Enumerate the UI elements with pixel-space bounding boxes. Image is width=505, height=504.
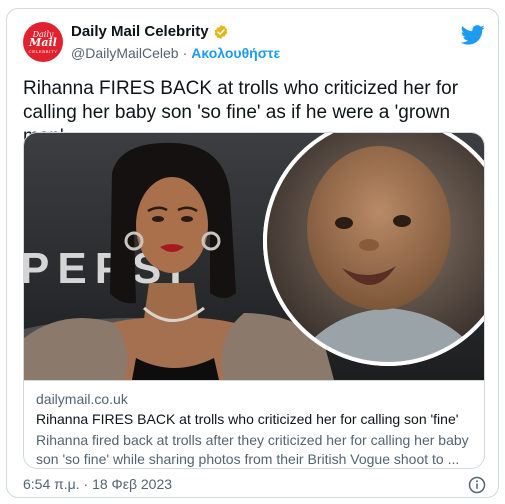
info-icon[interactable] <box>468 476 486 494</box>
tweet-timestamp[interactable]: 6:54 π.μ. · 18 Φεβ 2023 <box>23 476 172 492</box>
tweet-card[interactable]: Daily Mail CELEBRITY Daily Mail Celebrit… <box>6 8 499 498</box>
separator-dot: · <box>182 45 188 61</box>
follow-button[interactable]: Ακολουθήστε <box>191 45 280 61</box>
card-meta[interactable]: dailymail.co.uk Rihanna FIRES BACK at tr… <box>24 380 484 468</box>
twitter-bird-icon[interactable] <box>461 25 485 45</box>
card-title[interactable]: Rihanna FIRES BACK at trolls who critici… <box>36 411 458 427</box>
avatar-line-mail: Mail <box>29 36 57 50</box>
display-name[interactable]: Daily Mail Celebrity <box>71 23 209 40</box>
display-name-row[interactable]: Daily Mail Celebrity <box>71 23 229 40</box>
card-domain: dailymail.co.uk <box>36 391 128 407</box>
avatar[interactable]: Daily Mail CELEBRITY <box>23 22 63 62</box>
verified-badge-icon <box>214 24 227 39</box>
handle-row: @DailyMailCeleb · Ακολουθήστε <box>71 45 280 61</box>
avatar-line-celebrity: CELEBRITY <box>28 48 58 54</box>
handle[interactable]: @DailyMailCeleb <box>71 45 179 61</box>
card-description: Rihanna fired back at trolls after they … <box>36 432 469 467</box>
article-photo: PEPSI <box>24 133 484 380</box>
link-preview-card[interactable]: PEPSI dailymail.co.uk Rihanna FIRES BACK… <box>23 132 485 469</box>
article-image[interactable]: PEPSI <box>24 133 484 380</box>
